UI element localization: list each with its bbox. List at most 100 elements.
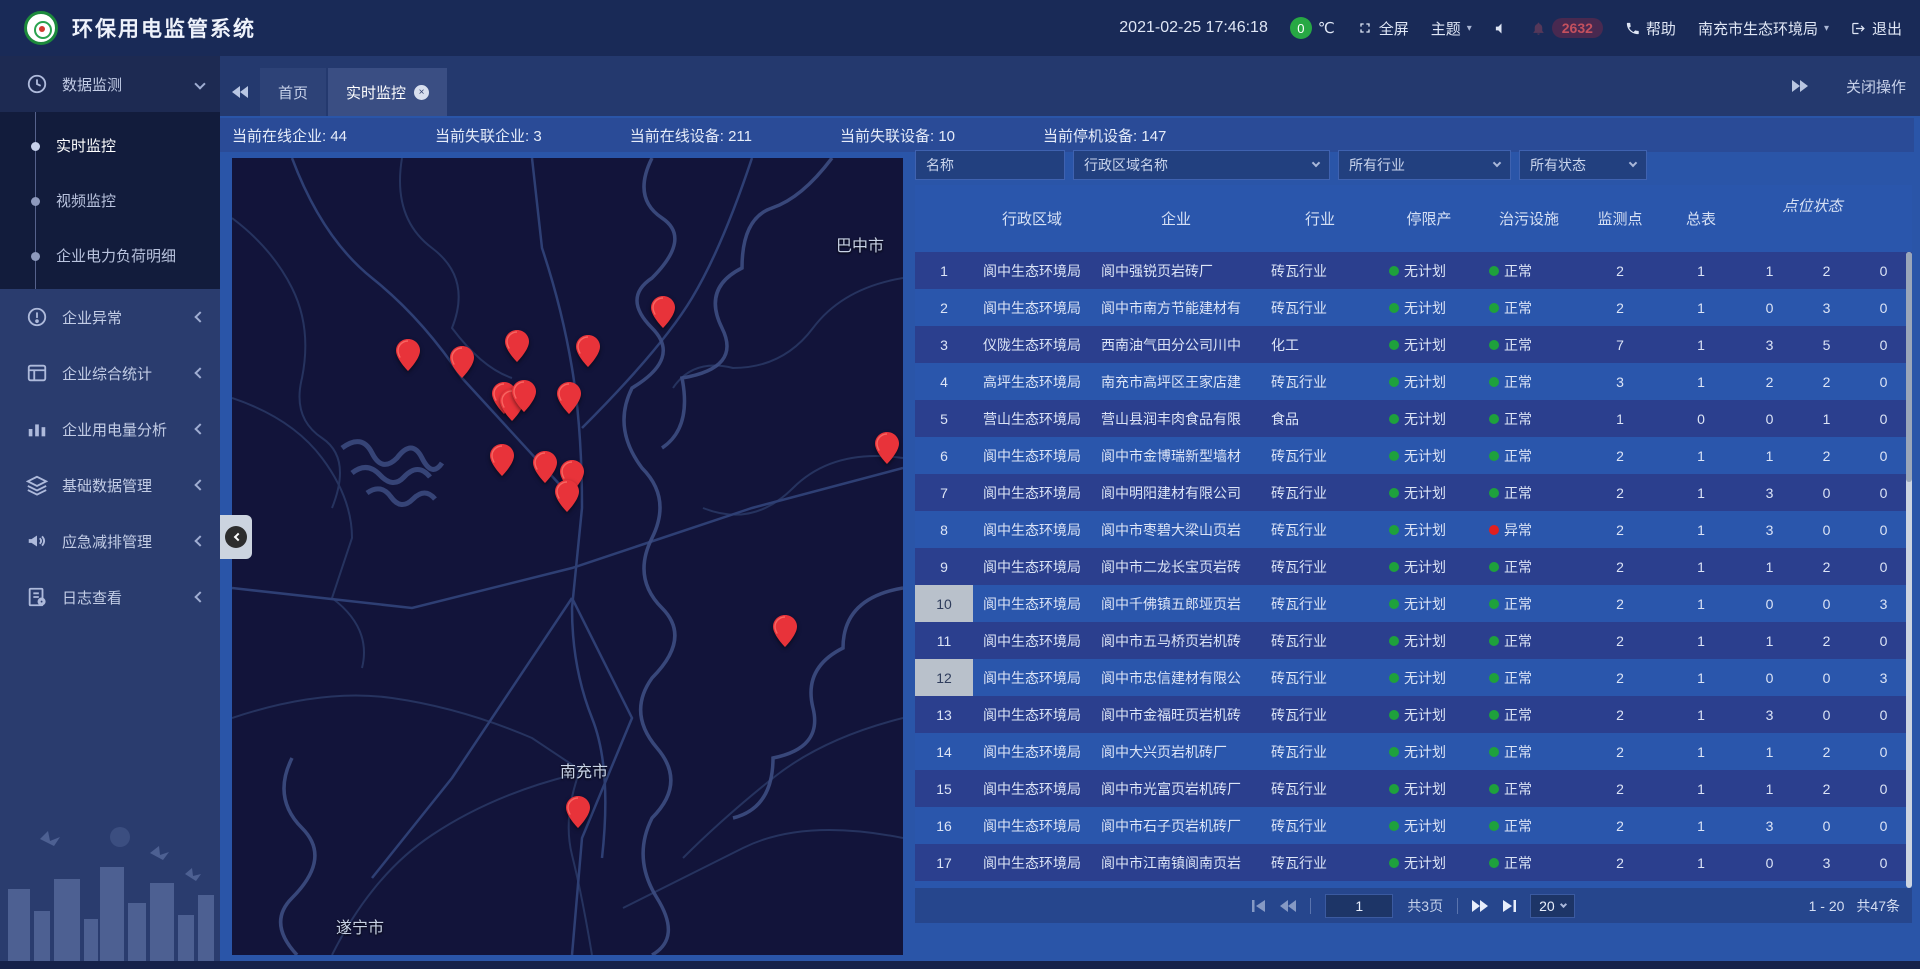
- cell-stopped: 0: [1798, 585, 1855, 622]
- volume-button[interactable]: [1494, 21, 1509, 36]
- cell-monitor-points: 3: [1579, 363, 1661, 400]
- cell-region: 阆中生态环境局: [973, 289, 1091, 326]
- table-row[interactable]: 14阆中生态环境局阆中大兴页岩机砖厂砖瓦行业无计划正常21120: [915, 733, 1912, 770]
- header-col-5[interactable]: 监测点: [1579, 185, 1661, 252]
- map-pin-icon[interactable]: [576, 335, 600, 367]
- cell-company: 阆中市金博瑞新型墙材: [1091, 437, 1261, 474]
- chevron-down-icon: ▾: [1467, 23, 1472, 34]
- theme-menu[interactable]: 主题▾: [1431, 18, 1472, 39]
- table-row[interactable]: 18南部生态环境局南部县砌化水泥有限公建材行业无计划正常50050: [915, 881, 1912, 888]
- tabs-scroll-left-button[interactable]: [220, 68, 260, 116]
- close-icon[interactable]: ×: [414, 85, 429, 100]
- cell-index: 1: [915, 252, 973, 289]
- cell-region: 阆中生态环境局: [973, 474, 1091, 511]
- help-button[interactable]: 帮助: [1625, 18, 1676, 39]
- table-row[interactable]: 5营山生态环境局营山县润丰肉食品有限食品无计划正常10010: [915, 400, 1912, 437]
- table-row[interactable]: 6阆中生态环境局阆中市金博瑞新型墙材砖瓦行业无计划正常21120: [915, 437, 1912, 474]
- status-dot-icon: [1489, 340, 1499, 350]
- table-row[interactable]: 8阆中生态环境局阆中市枣碧大梁山页岩砖瓦行业无计划异常21300: [915, 511, 1912, 548]
- map-pin-icon[interactable]: [875, 432, 899, 464]
- sidebar-subitem-power-load-detail[interactable]: 企业电力负荷明细: [0, 228, 220, 283]
- map-pin-icon[interactable]: [773, 615, 797, 647]
- map-pin-icon[interactable]: [396, 339, 420, 371]
- logout-button[interactable]: 退出: [1851, 18, 1902, 39]
- map-panel[interactable]: 巴中市南充市遂宁市: [232, 158, 903, 955]
- map-pin-icon[interactable]: [566, 796, 590, 828]
- table-row[interactable]: 16阆中生态环境局阆中市石子页岩机砖厂砖瓦行业无计划正常21300: [915, 807, 1912, 844]
- sidebar-subitem-realtime-monitor[interactable]: 实时监控: [0, 118, 220, 173]
- map-collapse-button[interactable]: [220, 515, 252, 559]
- name-filter-input[interactable]: [915, 150, 1065, 180]
- table-scrollbar[interactable]: [1906, 252, 1912, 888]
- org-menu[interactable]: 南充市生态环境局▾: [1698, 18, 1829, 39]
- status-dot-icon: [1389, 747, 1399, 757]
- cell-stop-status: 无计划: [1379, 696, 1479, 733]
- table-row[interactable]: 7阆中生态环境局阆中明阳建材有限公司砖瓦行业无计划正常21300: [915, 474, 1912, 511]
- cell-lost: 3: [1855, 585, 1912, 622]
- first-page-button[interactable]: [1252, 900, 1266, 912]
- next-page-button[interactable]: [1472, 900, 1488, 912]
- cell-industry: 砖瓦行业: [1261, 733, 1379, 770]
- name-input[interactable]: [926, 157, 1054, 173]
- prev-page-button[interactable]: [1280, 900, 1296, 912]
- cell-index: 18: [915, 881, 973, 888]
- cell-industry: 砖瓦行业: [1261, 474, 1379, 511]
- map-pin-icon[interactable]: [512, 380, 536, 412]
- table-row[interactable]: 17阆中生态环境局阆中市江南镇阆南页岩砖瓦行业无计划正常21030: [915, 844, 1912, 881]
- cell-company: 阆中大兴页岩机砖厂: [1091, 733, 1261, 770]
- table-row[interactable]: 4高坪生态环境局南充市高坪区王家店建砖瓦行业无计划正常31220: [915, 363, 1912, 400]
- status-dot-icon: [1489, 673, 1499, 683]
- cell-stop-status: 无计划: [1379, 548, 1479, 585]
- table-row[interactable]: 2阆中生态环境局阆中市南方节能建材有砖瓦行业无计划正常21030: [915, 289, 1912, 326]
- fullscreen-button[interactable]: 全屏: [1357, 18, 1409, 39]
- region-filter-select[interactable]: 行政区域名称: [1073, 150, 1330, 180]
- header-col-1[interactable]: 企业: [1091, 185, 1261, 252]
- cell-industry: 食品: [1261, 400, 1379, 437]
- notification-count-badge: 2632: [1552, 18, 1603, 38]
- tab-realtime[interactable]: 实时监控×: [328, 68, 447, 116]
- page-size-select[interactable]: 20: [1530, 894, 1575, 918]
- page-number-input[interactable]: [1325, 894, 1393, 918]
- header-col-2[interactable]: 行业: [1261, 185, 1379, 252]
- table-row[interactable]: 3仪陇生态环境局西南油气田分公司川中化工无计划正常71350: [915, 326, 1912, 363]
- last-page-button[interactable]: [1502, 900, 1516, 912]
- map-pin-icon[interactable]: [555, 480, 579, 512]
- map-pin-icon[interactable]: [557, 382, 581, 414]
- map-pin-icon[interactable]: [450, 346, 474, 378]
- table-row[interactable]: 15阆中生态环境局阆中市光富页岩机砖厂砖瓦行业无计划正常21120: [915, 770, 1912, 807]
- map-pin-icon[interactable]: [490, 444, 514, 476]
- map-pin-icon[interactable]: [533, 451, 557, 483]
- cell-lost: 0: [1855, 252, 1912, 289]
- table-row[interactable]: 11阆中生态环境局阆中市五马桥页岩机砖砖瓦行业无计划正常21120: [915, 622, 1912, 659]
- cell-stop-status: 无计划: [1379, 844, 1479, 881]
- sidebar-item-data-monitor[interactable]: 数据监测: [0, 56, 220, 112]
- sidebar-item-enterprise-abnormal[interactable]: 企业异常: [0, 289, 220, 345]
- sidebar-subitem-video-monitor[interactable]: 视频监控: [0, 173, 220, 228]
- header-col-0[interactable]: 行政区域: [973, 185, 1091, 252]
- map-pin-icon[interactable]: [505, 330, 529, 362]
- table-row[interactable]: 9阆中生态环境局阆中市二龙长宝页岩砖砖瓦行业无计划正常21120: [915, 548, 1912, 585]
- industry-filter-select[interactable]: 所有行业: [1338, 150, 1511, 180]
- map-pin-icon[interactable]: [651, 296, 675, 328]
- sidebar-item-base-data[interactable]: 基础数据管理: [0, 457, 220, 513]
- status-dot-icon: [1389, 562, 1399, 572]
- sidebar-item-power-analysis[interactable]: 企业用电量分析: [0, 401, 220, 457]
- app-title: 环保用电监管系统: [72, 13, 256, 43]
- sidebar-item-enterprise-stats[interactable]: 企业综合统计: [0, 345, 220, 401]
- header-col-3[interactable]: 停限产: [1379, 185, 1479, 252]
- table-row[interactable]: 12阆中生态环境局阆中市忠信建材有限公砖瓦行业无计划正常21003: [915, 659, 1912, 696]
- notifications[interactable]: 2632: [1531, 18, 1603, 38]
- table-row[interactable]: 1阆中生态环境局阆中强锐页岩砖厂砖瓦行业无计划正常21120: [915, 252, 1912, 289]
- table-row[interactable]: 13阆中生态环境局阆中市金福旺页岩机砖砖瓦行业无计划正常21300: [915, 696, 1912, 733]
- header-col-4[interactable]: 治污设施: [1479, 185, 1579, 252]
- tab-home[interactable]: 首页: [260, 68, 326, 116]
- table-row[interactable]: 10阆中生态环境局阆中千佛镇五郎垭页岩砖瓦行业无计划正常21003: [915, 585, 1912, 622]
- cell-running: 0: [1741, 659, 1798, 696]
- status-filter-select[interactable]: 所有状态: [1519, 150, 1647, 180]
- sidebar-item-log-view[interactable]: 日志查看: [0, 569, 220, 625]
- phone-icon: [1625, 21, 1640, 36]
- cell-lost: 0: [1855, 289, 1912, 326]
- cell-monitor-points: 2: [1579, 252, 1661, 289]
- sidebar-item-emergency-reduction[interactable]: 应急减排管理: [0, 513, 220, 569]
- cell-region: 阆中生态环境局: [973, 733, 1091, 770]
